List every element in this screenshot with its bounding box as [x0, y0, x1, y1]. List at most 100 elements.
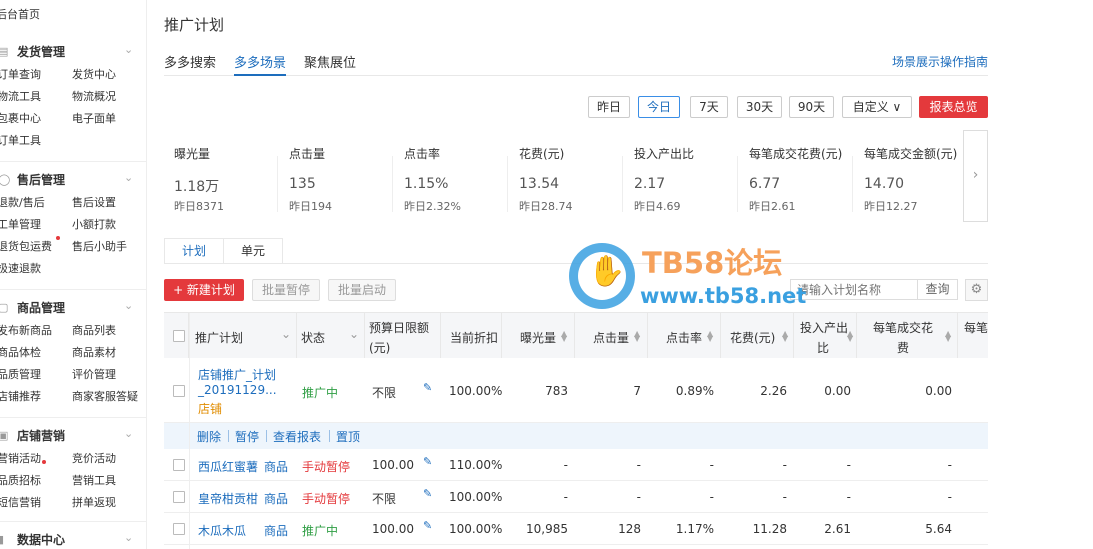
sidebar-section-title: 售后管理 [17, 173, 66, 187]
metric-divider [507, 156, 508, 212]
sidebar-item[interactable]: 发货中心 [72, 66, 116, 82]
plan-name-link[interactable]: 木瓜木瓜 [198, 522, 246, 539]
metrics-next-button[interactable]: › [963, 130, 988, 222]
header-exposure[interactable]: 曝光量 ▲ ▼ [502, 313, 575, 358]
date-7days-button[interactable]: 7天 [690, 96, 728, 118]
chevron-down-icon[interactable]: ⌄ [124, 427, 133, 440]
sidebar-item[interactable]: 商品素材 [72, 344, 116, 360]
sidebar-item[interactable]: 品质招标 [0, 472, 41, 488]
discount-value: 100.00% [449, 384, 503, 398]
report-overview-button[interactable]: 报表总览 [919, 96, 988, 118]
tab-duoduo-search[interactable]: 多多搜索 [164, 52, 216, 76]
chevron-down-icon[interactable]: ⌄ [124, 299, 133, 312]
sidebar-item[interactable]: 店铺推荐 [0, 388, 41, 404]
status-badge: 推广中 [302, 524, 339, 538]
sidebar-item[interactable]: 品质管理 [0, 366, 41, 382]
sort-icon[interactable]: ▲ ▼ [707, 330, 713, 343]
sidebar-section-header[interactable]: ▢ 商品管理 ⌄ [0, 298, 146, 318]
sidebar-item[interactable]: 物流概况 [72, 88, 116, 104]
edit-icon[interactable]: ✎ [423, 487, 432, 500]
roi-value: - [846, 458, 851, 472]
metric-card: 点击率 1.15% 昨日2.32% [394, 130, 509, 222]
plan-name-link-cont[interactable]: _20191129... [198, 383, 277, 397]
tab-focus-booth[interactable]: 聚焦展位 [304, 52, 356, 76]
chevron-down-icon[interactable]: ⌄ [349, 327, 359, 341]
sidebar-item[interactable]: 小额打款 [72, 216, 116, 232]
sidebar-item[interactable]: 商品列表 [72, 322, 116, 338]
sidebar-section-header[interactable]: ▮ 数据中心 ⌄ [0, 530, 146, 549]
batch-start-button[interactable]: 批量启动 [328, 279, 396, 301]
sidebar-section-header[interactable]: ◯ 售后管理 ⌄ [0, 170, 146, 190]
metric-value: 13.54 [519, 176, 560, 192]
sort-icon[interactable]: ▲ ▼ [945, 330, 951, 343]
edit-icon[interactable]: ✎ [423, 455, 432, 468]
pause-action[interactable]: 暂停 [235, 428, 259, 445]
sidebar-item[interactable]: 包裹中心 [0, 110, 41, 126]
sidebar-item[interactable]: 订单工具 [0, 132, 41, 148]
sort-icon[interactable]: ▲ ▼ [847, 330, 853, 343]
sidebar-item[interactable]: 发布新商品 [0, 322, 52, 338]
chevron-down-icon[interactable]: ⌄ [281, 327, 291, 341]
row-checkbox[interactable] [173, 459, 185, 471]
date-today-button[interactable]: 今日 [638, 96, 680, 118]
clicks-value: 128 [618, 522, 641, 536]
row-checkbox[interactable] [173, 385, 185, 397]
chevron-down-icon[interactable]: ⌄ [124, 531, 133, 544]
sidebar-item[interactable]: 营销活动 [0, 450, 41, 466]
sidebar-section-header[interactable]: ▤ 发货管理 ⌄ [0, 42, 146, 62]
sort-icon[interactable]: ▲ ▼ [782, 330, 788, 343]
chevron-down-icon[interactable]: ⌄ [124, 43, 133, 56]
edit-icon[interactable]: ✎ [423, 381, 432, 394]
chevron-down-icon[interactable]: ⌄ [124, 171, 133, 184]
date-30days-button[interactable]: 30天 [737, 96, 782, 118]
plan-name-link[interactable]: 皇帝柑贡柑 [198, 490, 258, 507]
plan-name-link[interactable]: 店铺推广_计划 [198, 366, 276, 383]
sidebar-item[interactable]: 工单管理 [0, 216, 41, 232]
date-90days-button[interactable]: 90天 [789, 96, 834, 118]
row-checkbox[interactable] [173, 523, 185, 535]
sidebar-item[interactable]: 商家客服答疑 [72, 388, 138, 404]
batch-pause-button[interactable]: 批量暂停 [252, 279, 320, 301]
sidebar-item[interactable]: 短信营销 [0, 494, 41, 510]
sort-icon[interactable]: ▲ ▼ [561, 330, 567, 343]
delete-action[interactable]: 删除 [197, 428, 221, 445]
sidebar-home-link[interactable]: 后台首页 [0, 6, 40, 22]
metric-card: 花费(元) 13.54 昨日28.74 [509, 130, 624, 222]
sidebar-item[interactable]: 营销工具 [72, 472, 116, 488]
sidebar-item[interactable]: 售后设置 [72, 194, 116, 210]
sidebar-item[interactable]: 物流工具 [0, 88, 41, 104]
header-per-cost[interactable]: 每笔成交花费 ▲ ▼ [857, 313, 958, 358]
sidebar-item[interactable]: 退款/售后 [0, 194, 45, 210]
sidebar-item[interactable]: 订单查询 [0, 66, 41, 82]
plan-name-link[interactable]: 西瓜红蜜薯 [198, 458, 258, 475]
view-report-action[interactable]: 查看报表 [273, 428, 321, 445]
tab-duoduo-scene[interactable]: 多多场景 [234, 52, 287, 76]
scene-guide-link[interactable]: 场景展示操作指南 [892, 53, 988, 70]
sidebar-item[interactable]: 退货包运费 [0, 238, 52, 254]
sidebar: 后台首页 ▤ 发货管理 ⌄ 订单查询 发货中心物流工具 物流概况包裹中心 电子面单订单工具 ◯… [0, 0, 147, 549]
sidebar-item[interactable]: 竞价活动 [72, 450, 116, 466]
sidebar-item[interactable]: 售后小助手 [72, 238, 127, 254]
sidebar-item[interactable]: 拼单返现 [72, 494, 116, 510]
subtab-unit[interactable]: 单元 [223, 238, 283, 264]
action-divider [329, 430, 330, 442]
sidebar-divider [0, 417, 146, 418]
sidebar-item[interactable]: 极速退款 [0, 260, 41, 276]
subtab-plan[interactable]: 计划 [164, 238, 224, 264]
sidebar-item[interactable]: 电子面单 [72, 110, 116, 126]
select-all-checkbox[interactable] [173, 330, 185, 342]
search-button[interactable]: 查询 [918, 279, 958, 300]
plan-type-tag: 商品 [264, 492, 289, 506]
ctr-value: - [709, 458, 714, 472]
pin-top-action[interactable]: 置顶 [336, 428, 360, 445]
new-plan-button[interactable]: + 新建计划 [164, 279, 244, 301]
edit-icon[interactable]: ✎ [423, 519, 432, 532]
row-checkbox[interactable] [173, 491, 185, 503]
date-yesterday-button[interactable]: 昨日 [588, 96, 630, 118]
sort-icon[interactable]: ▲ ▼ [634, 330, 640, 343]
gear-icon[interactable]: ⚙ [965, 279, 988, 301]
date-custom-dropdown[interactable]: 自定义 ∨ [842, 96, 912, 118]
sidebar-section-header[interactable]: ▣ 店铺营销 ⌄ [0, 426, 146, 446]
sidebar-item[interactable]: 评价管理 [72, 366, 116, 382]
sidebar-item[interactable]: 商品体检 [0, 344, 41, 360]
